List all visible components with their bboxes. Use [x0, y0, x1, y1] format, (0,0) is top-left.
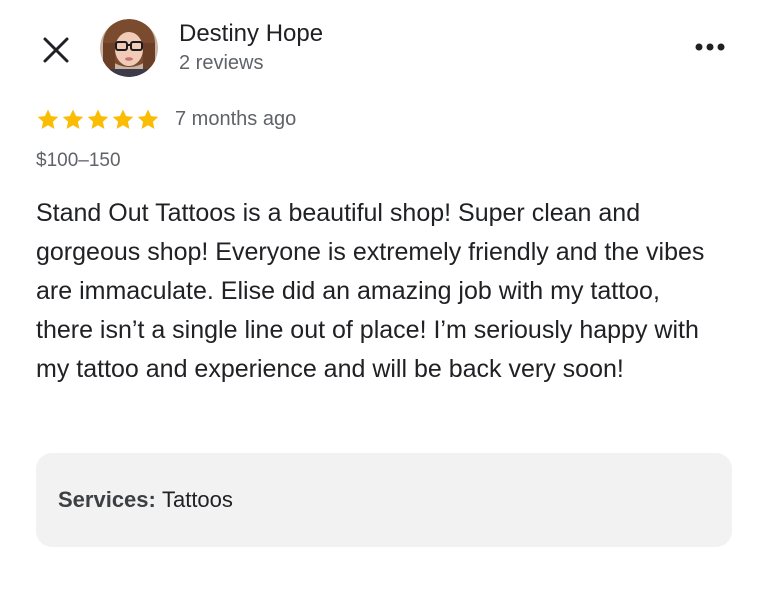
review-text: Stand Out Tattoos is a beautiful shop! S… — [36, 199, 705, 383]
services-value: Tattoos — [161, 487, 233, 512]
star-icon — [62, 109, 84, 129]
star-icon — [112, 109, 134, 129]
review-time: 7 months ago — [175, 108, 297, 130]
services-label: Services: — [58, 487, 162, 512]
more-horizontal-icon — [695, 43, 725, 51]
close-button[interactable] — [40, 34, 72, 66]
services-box: Services: Tattoos — [36, 453, 732, 547]
star-icon — [37, 109, 59, 129]
star-rating — [36, 108, 160, 134]
reviewer-name[interactable]: Destiny Hope — [179, 20, 323, 48]
avatar-photo — [100, 19, 158, 77]
star-icon — [137, 109, 159, 129]
more-options-button[interactable] — [690, 32, 730, 62]
close-icon — [43, 37, 69, 63]
services-line: Services: Tattoos — [58, 487, 233, 513]
star-icon — [87, 109, 109, 129]
reviewer-review-count[interactable]: 2 reviews — [179, 52, 263, 75]
price-range: $100–150 — [36, 150, 121, 171]
avatar[interactable] — [100, 19, 158, 77]
